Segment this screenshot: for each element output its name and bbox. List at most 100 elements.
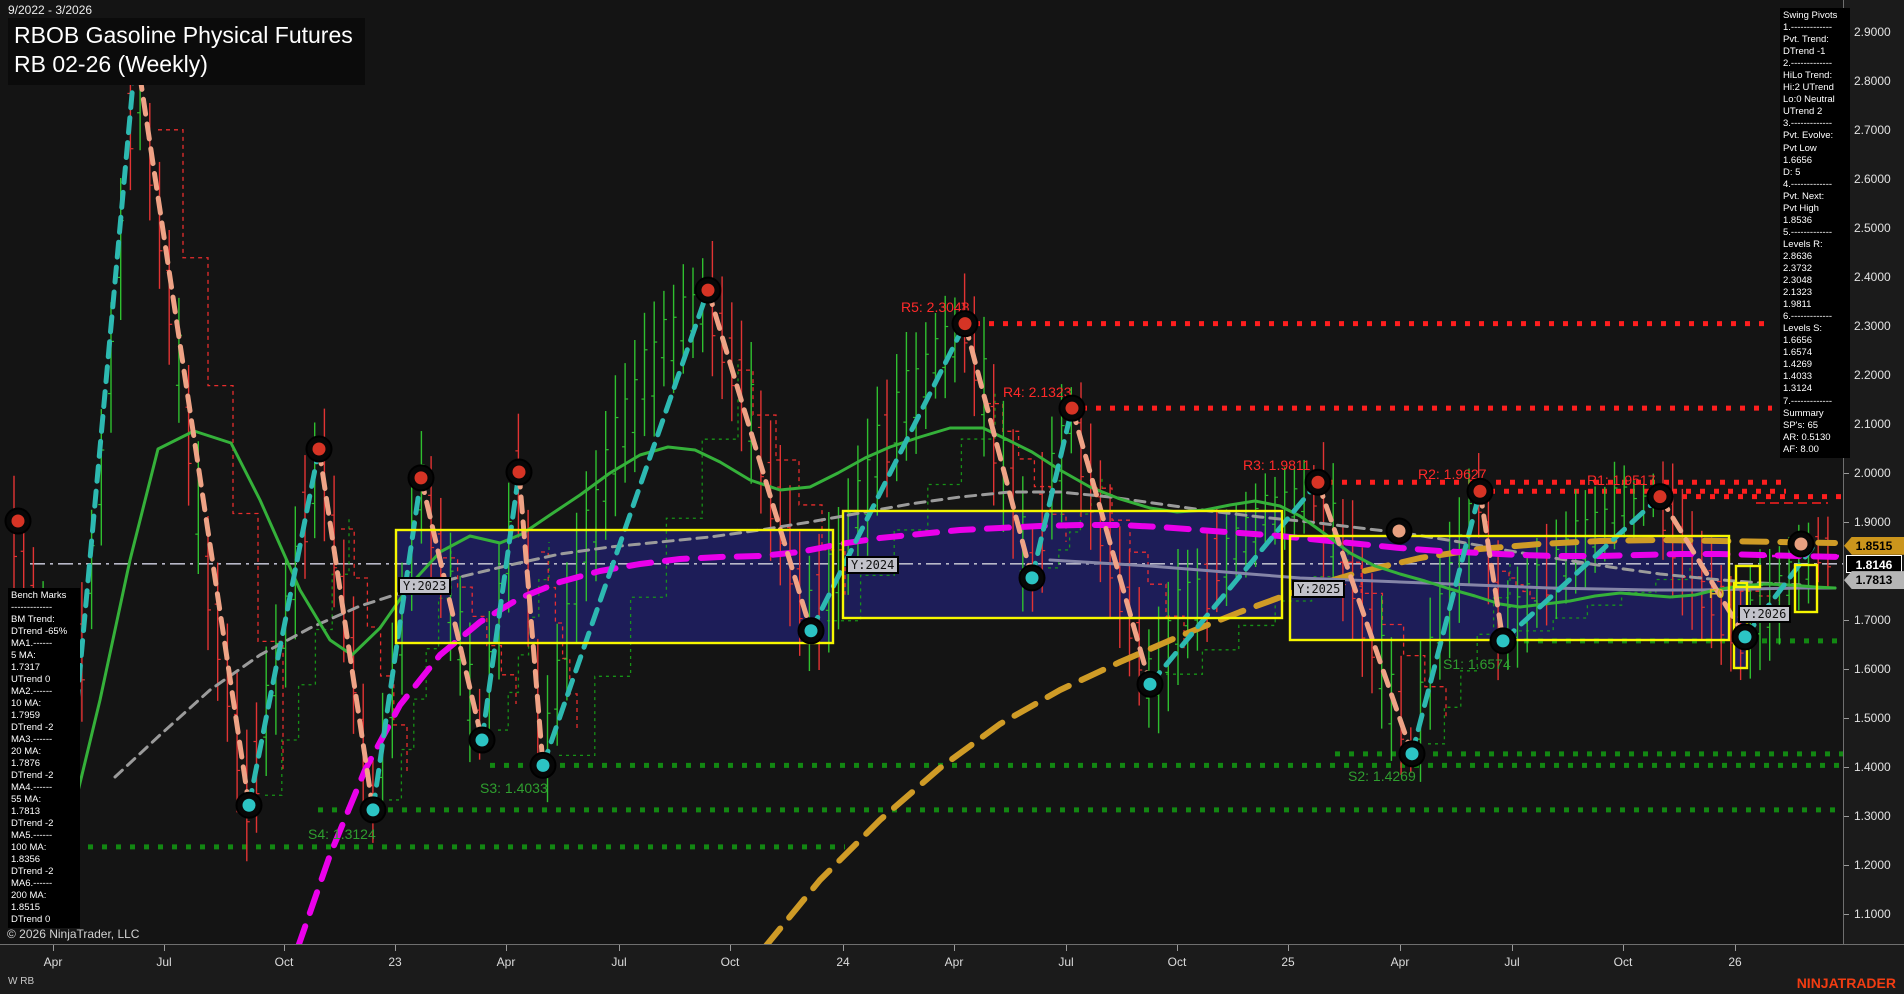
panel-line: Pvt. Next:	[1783, 191, 1847, 203]
chart-label: F0	[1709, 586, 1724, 601]
time-axis[interactable]: AprJulOct23AprJulOct24AprJulOct25AprJulO…	[0, 944, 1904, 994]
panel-line: 5.-------------	[1783, 227, 1847, 239]
price-axis[interactable]: 2.90002.80002.70002.60002.50002.40002.30…	[1843, 0, 1904, 944]
panel-line: 5 MA:	[11, 650, 77, 662]
panel-line: 10 MA:	[11, 698, 77, 710]
title-line-2: RB 02-26 (Weekly)	[14, 50, 353, 79]
panel-line: -------------	[11, 602, 77, 614]
panel-line: DTrend -2	[11, 770, 77, 782]
price-tag-1.8146: 1.8146	[1846, 555, 1902, 573]
panel-line: 2.1323	[1783, 287, 1847, 299]
chart-label: R2: 1.9627	[1418, 466, 1487, 482]
panel-line: Levels S:	[1783, 323, 1847, 335]
panel-line: 1.7876	[11, 758, 77, 770]
panel-line: Swing Pivots	[1783, 10, 1847, 22]
panel-line: 100 MA:	[11, 842, 77, 854]
panel-line: DTrend 0	[11, 914, 77, 926]
panel-line: 1.6574	[1783, 347, 1847, 359]
chart-label: R4: 2.1323	[1003, 384, 1072, 400]
year-box-label: Y:2026	[1738, 605, 1791, 623]
chart-label: S4: 1.3124	[308, 826, 376, 842]
panel-line: 7.-------------	[1783, 396, 1847, 408]
zigzag-down-leg	[136, 50, 249, 805]
year-box-label: Y:2025	[1292, 580, 1345, 598]
panel-line: MA1.------	[11, 638, 77, 650]
price-chart-canvas[interactable]: R5: 2.3048 R4: 2.1323 R3: 1.9811 R2: 1.9627…	[0, 0, 1843, 944]
zigzag-up-leg	[1745, 548, 1812, 637]
trailing-step-line	[158, 130, 283, 769]
panel-line: DTrend -65%	[11, 626, 77, 638]
panel-line: Pvt Low	[1783, 143, 1847, 155]
price-tag-1.8515: 1.8515	[1844, 537, 1904, 555]
panel-line: UTrend 2	[1783, 106, 1847, 118]
chart-label: R5: 2.3048	[901, 299, 970, 315]
panel-line: 20 MA:	[11, 746, 77, 758]
panel-line: 1.7813	[11, 806, 77, 818]
panel-line: Hi:2 UTrend	[1783, 82, 1847, 94]
panel-line: SP's: 65	[1783, 420, 1847, 432]
title-line-1: RBOB Gasoline Physical Futures	[14, 21, 353, 50]
panel-line: MA3.------	[11, 734, 77, 746]
panel-line: Pvt High	[1783, 203, 1847, 215]
panel-line: MA6.------	[11, 878, 77, 890]
zigzag-up-leg	[543, 290, 708, 765]
panel-line: 3.-------------	[1783, 118, 1847, 130]
chart-label: S3: 1.4033	[480, 780, 548, 796]
year-box-label: Y:2024	[846, 556, 899, 574]
panel-line: Lo:0 Neutral	[1783, 94, 1847, 106]
panel-line: 1.9811	[1783, 299, 1847, 311]
ninjatrader-logo: NINJATRADER	[1797, 975, 1896, 991]
panel-line: 1.6656	[1783, 335, 1847, 347]
green-ma	[61, 428, 1835, 862]
panel-line: 1.4269	[1783, 359, 1847, 371]
panel-line: 1.8515	[11, 902, 77, 914]
panel-line: 2.-------------	[1783, 58, 1847, 70]
panel-line: DTrend -2	[11, 722, 77, 734]
panel-line: 2.3048	[1783, 275, 1847, 287]
year-box-label: Y:2023	[398, 577, 451, 595]
panel-line: 1.3124	[1783, 383, 1847, 395]
swing-pivots-panel: Swing Pivots1.-------------Pvt. Trend:DT…	[1780, 8, 1850, 458]
panel-line: Bench Marks	[11, 590, 77, 602]
chart-title: RBOB Gasoline Physical Futures RB 02-26 …	[8, 18, 365, 85]
panel-line: DTrend -2	[11, 818, 77, 830]
panel-line: 1.8536	[1783, 215, 1847, 227]
panel-line: 2.8636	[1783, 251, 1847, 263]
panel-line: DTrend -1	[1783, 46, 1847, 58]
panel-line: D: 5	[1783, 167, 1847, 179]
panel-line: Pvt. Trend:	[1783, 34, 1847, 46]
panel-line: UTrend 0	[11, 674, 77, 686]
panel-line: 1.7317	[11, 662, 77, 674]
price-tag-1.7813: 1.7813	[1844, 571, 1904, 589]
chart-label: S2: 1.4269	[1348, 768, 1416, 784]
panel-line: 1.4033	[1783, 371, 1847, 383]
chart-label: R3: 1.9811	[1243, 457, 1311, 473]
panel-line: 55 MA:	[11, 794, 77, 806]
panel-line: 1.7959	[11, 710, 77, 722]
panel-line: Summary	[1783, 408, 1847, 420]
panel-line: MA2.------	[11, 686, 77, 698]
panel-line: DTrend -2	[11, 866, 77, 878]
panel-line: 2.3732	[1783, 263, 1847, 275]
panel-line: 1.-------------	[1783, 22, 1847, 34]
chart-label: S1: 1.6574	[1443, 656, 1511, 672]
panel-line: HiLo Trend:	[1783, 70, 1847, 82]
panel-line: BM Trend:	[11, 614, 77, 626]
copyright-text: © 2026 NinjaTrader, LLC	[7, 927, 139, 941]
panel-line: Levels R:	[1783, 239, 1847, 251]
panel-line: AF: 8.00	[1783, 444, 1847, 456]
panel-line: 200 MA:	[11, 890, 77, 902]
panel-line: MA4.------	[11, 782, 77, 794]
date-range: 9/2022 - 3/2026	[8, 3, 92, 17]
chart-label: R1: 1.9517	[1587, 472, 1656, 488]
chart-window: R5: 2.3048 R4: 2.1323 R3: 1.9811 R2: 1.9627…	[0, 0, 1904, 994]
panel-line: 1.6656	[1783, 155, 1847, 167]
panel-line: MA5.------	[11, 830, 77, 842]
panel-line: 1.8356	[11, 854, 77, 866]
panel-line: AR: 0.5130	[1783, 432, 1847, 444]
instrument-label: W RB	[8, 976, 34, 987]
panel-line: 6.-------------	[1783, 311, 1847, 323]
zigzag-down-leg	[319, 449, 373, 810]
bench-marks-panel: Bench Marks-------------BM Trend:DTrend …	[8, 588, 80, 928]
panel-line: Pvt. Evolve:	[1783, 130, 1847, 142]
